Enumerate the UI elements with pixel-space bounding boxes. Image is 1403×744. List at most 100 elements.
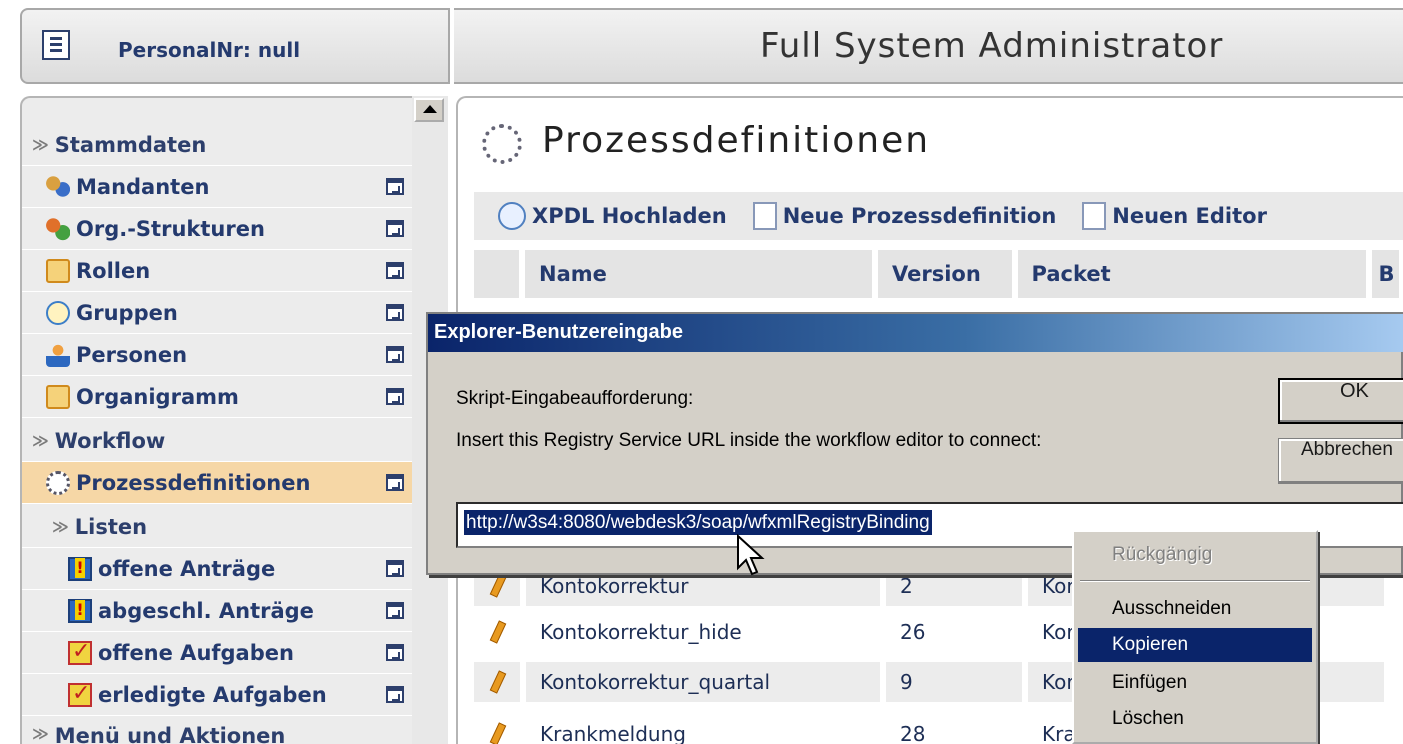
sidebar-item-label: offene Aufgaben [98, 640, 294, 665]
sidebar-item-label: Org.-Strukturen [76, 216, 265, 241]
section-stammdaten[interactable]: ≫ Stammdaten [22, 124, 412, 166]
sidebar-item-label: Prozessdefinitionen [76, 470, 311, 495]
toolbar: XPDL Hochladen Neue Prozessdefinition Ne… [474, 192, 1403, 240]
dialog-message: Insert this Registry Service URL inside … [456, 430, 1042, 451]
cell-version: 28 [900, 722, 926, 744]
checkbox-icon [68, 639, 92, 665]
groups-icon [46, 300, 70, 325]
sidebar-item-label: erledigte Aufgaben [98, 682, 327, 707]
gear-icon [482, 124, 522, 164]
upload-icon [498, 202, 526, 230]
chevron-down-icon: ≫ [32, 431, 49, 450]
header-title-panel: Full System Administrator [454, 8, 1403, 84]
open-window-icon[interactable] [386, 262, 404, 279]
cancel-button[interactable]: Abbrechen [1278, 438, 1403, 484]
open-window-icon[interactable] [386, 388, 404, 405]
sidebar-item-erledigte-aufgaben[interactable]: erledigte Aufgaben [22, 674, 412, 716]
section-menu-aktionen[interactable]: ≫ Menü und Aktionen [22, 718, 412, 744]
open-window-icon[interactable] [386, 602, 404, 619]
column-header-packet[interactable]: Packet [1017, 250, 1367, 298]
sidebar-item-label: offene Anträge [98, 556, 276, 581]
sidebar-item-label: Mandanten [76, 174, 210, 199]
sidebar-item-label: Rollen [76, 258, 151, 283]
column-header-name[interactable]: Name [525, 250, 873, 298]
app-menu-icon[interactable] [42, 30, 70, 60]
sidebar-item-mandanten[interactable]: Mandanten [22, 166, 412, 208]
open-window-icon[interactable] [386, 304, 404, 321]
section-label: Workflow [54, 428, 166, 453]
new-editor-label: Neuen Editor [1112, 204, 1267, 228]
sidebar-item-rollen[interactable]: Rollen [22, 250, 412, 292]
sidebar: ≫ Stammdaten Mandanten Org.-Strukturen R… [20, 96, 412, 744]
sidebar-item-label: Gruppen [76, 300, 178, 325]
role-title: Full System Administrator [760, 26, 1224, 66]
dialog-prompt-label: Skript-Eingabeaufforderung: [456, 388, 694, 409]
column-header-version[interactable]: Version [878, 250, 1012, 298]
organigram-icon [46, 384, 70, 409]
section-listen[interactable]: ≫ Listen [22, 506, 412, 548]
upload-xpdl-button[interactable]: XPDL Hochladen [498, 202, 727, 230]
dialog-title: Explorer-Benutzereingabe [434, 321, 683, 343]
exclamation-icon [68, 598, 92, 623]
new-editor-button[interactable]: Neuen Editor [1082, 202, 1267, 230]
checkbox-icon [68, 681, 92, 707]
exclamation-icon [68, 556, 92, 581]
org-structure-icon [46, 216, 70, 241]
open-window-icon[interactable] [386, 686, 404, 703]
sidebar-item-label: abgeschl. Anträge [98, 598, 314, 623]
open-window-icon[interactable] [386, 560, 404, 577]
pencil-icon[interactable] [474, 612, 520, 652]
personal-number: PersonalNr: null [118, 38, 301, 62]
section-workflow[interactable]: ≫ Workflow [22, 420, 412, 462]
new-definition-label: Neue Prozessdefinition [782, 204, 1057, 228]
header: PersonalNr: null Full System Administrat… [0, 0, 1403, 92]
menu-item-copy[interactable]: Kopieren [1078, 628, 1312, 662]
ok-button[interactable]: OK [1278, 378, 1403, 424]
chevron-down-icon: ≫ [32, 135, 49, 154]
document-icon [1082, 202, 1107, 230]
table-header: Name Version Packet B [474, 250, 1403, 298]
people-icon [46, 174, 70, 199]
scroll-up-arrow-icon[interactable] [414, 98, 444, 122]
open-window-icon[interactable] [386, 220, 404, 237]
sidebar-item-org-strukturen[interactable]: Org.-Strukturen [22, 208, 412, 250]
column-header-b[interactable]: B [1372, 250, 1399, 298]
open-window-icon[interactable] [386, 644, 404, 661]
cell-version: 9 [886, 662, 1022, 702]
roles-icon [46, 258, 70, 283]
sidebar-item-offene-antraege[interactable]: offene Anträge [22, 548, 412, 590]
selected-url-text: http://w3s4:8080/webdesk3/soap/wfxmlRegi… [464, 510, 932, 535]
menu-item-delete[interactable]: Löschen [1078, 702, 1312, 736]
sidebar-item-offene-aufgaben[interactable]: offene Aufgaben [22, 632, 412, 674]
column-header-icon [474, 250, 520, 298]
sidebar-item-organigramm[interactable]: Organigramm [22, 376, 412, 418]
new-process-definition-button[interactable]: Neue Prozessdefinition [752, 202, 1057, 230]
pencil-icon[interactable] [474, 662, 520, 702]
cell-name[interactable]: Kontokorrektur_hide [526, 612, 880, 652]
context-menu: Rückgängig Ausschneiden Kopieren Einfüge… [1072, 530, 1318, 744]
sidebar-item-label: Personen [76, 342, 188, 367]
header-user-panel: PersonalNr: null [20, 8, 450, 84]
gear-icon [46, 470, 70, 495]
open-window-icon[interactable] [386, 346, 404, 363]
menu-item-undo: Rückgängig [1112, 544, 1213, 565]
menu-item-paste[interactable]: Einfügen [1078, 666, 1312, 700]
sidebar-item-personen[interactable]: Personen [22, 334, 412, 376]
menu-separator [1080, 580, 1310, 582]
section-label: Listen [74, 514, 148, 539]
sidebar-item-label: Organigramm [76, 384, 239, 409]
open-window-icon[interactable] [386, 178, 404, 195]
sidebar-item-abgeschl-antraege[interactable]: abgeschl. Anträge [22, 590, 412, 632]
cell-name[interactable]: Kontokorrektur_quartal [526, 662, 880, 702]
menu-item-cut[interactable]: Ausschneiden [1078, 592, 1312, 626]
open-window-icon[interactable] [386, 474, 404, 491]
sidebar-item-gruppen[interactable]: Gruppen [22, 292, 412, 334]
document-icon [752, 202, 777, 230]
chevron-down-icon: ≫ [52, 517, 69, 536]
pencil-icon[interactable] [474, 714, 520, 744]
sidebar-item-prozessdefinitionen[interactable]: Prozessdefinitionen [22, 462, 412, 504]
section-label: Menü und Aktionen [54, 724, 286, 744]
section-label: Stammdaten [54, 132, 207, 157]
dialog-titlebar[interactable]: Explorer-Benutzereingabe [428, 314, 1403, 352]
cell-name[interactable]: Krankmeldung [526, 714, 880, 744]
